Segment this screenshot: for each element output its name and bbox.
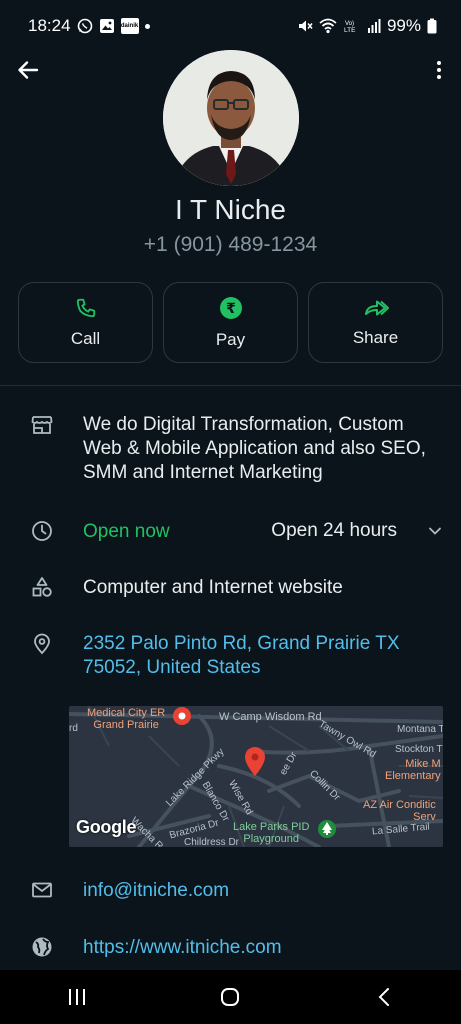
more-dot-icon	[437, 61, 441, 65]
svg-text:LTE: LTE	[344, 27, 356, 34]
avatar[interactable]	[163, 50, 299, 186]
recent-apps-icon	[68, 989, 85, 1005]
website-row[interactable]: https://www.itniche.com	[0, 935, 461, 961]
profile-photo	[163, 50, 299, 186]
business-address[interactable]: 2352 Palo Pinto Rd, Grand Prairie TX 750…	[83, 632, 441, 680]
address-row[interactable]: 2352 Palo Pinto Rd, Grand Prairie TX 750…	[0, 632, 461, 682]
svg-text:₹: ₹	[226, 301, 236, 317]
share-button[interactable]: Share	[308, 282, 443, 363]
nav-back-button[interactable]	[344, 970, 424, 1024]
back-chevron-icon	[378, 988, 390, 1006]
chevron-down-icon[interactable]	[427, 523, 443, 539]
contact-phone[interactable]: +1 (901) 489-1234	[0, 233, 461, 257]
home-button[interactable]	[190, 970, 270, 1024]
category-shapes-icon	[30, 575, 54, 599]
description-row: We do Digital Transformation, Custom Web…	[0, 413, 461, 493]
globe-icon	[30, 935, 54, 959]
location-map[interactable]: Medical City ER Grand Prairie rd W Camp …	[69, 706, 443, 847]
signal-icon	[367, 18, 381, 34]
business-category: Computer and Internet website	[83, 577, 343, 598]
back-button[interactable]	[14, 56, 42, 84]
map-label-montana: Montana T	[397, 724, 443, 735]
map-label-text: Medical City ER Grand Prairie	[87, 707, 166, 731]
business-email[interactable]: info@itniche.com	[83, 879, 441, 903]
section-divider	[0, 385, 461, 386]
phone-icon	[76, 298, 95, 317]
pay-label: Pay	[215, 329, 246, 349]
map-label-medical-city: Medical City ER Grand Prairie	[87, 707, 165, 731]
map-label-childress: Childress Dr	[184, 837, 240, 847]
share-label: Share	[352, 327, 399, 347]
wifi-icon	[319, 18, 337, 34]
home-icon	[221, 988, 240, 1006]
system-nav-bar	[0, 970, 461, 1024]
more-dot-icon	[437, 68, 441, 72]
contact-name: I T Niche	[174, 194, 286, 225]
email-row[interactable]: info@itniche.com	[0, 878, 461, 904]
map-label-camp-wisdom: W Camp Wisdom Rd	[219, 711, 322, 723]
map-label-rd: rd	[69, 723, 78, 734]
location-pin-icon	[30, 632, 54, 656]
battery-percent: 99%	[386, 16, 421, 35]
more-options-button[interactable]	[431, 56, 447, 84]
category-row: Computer and Internet website	[0, 575, 461, 601]
action-buttons: Call ₹ Pay Share	[18, 282, 443, 363]
hours-text: Open 24 hours	[271, 520, 397, 541]
map-label-lake-parks: Lake Parks PID Playground	[233, 821, 310, 845]
business-description: We do Digital Transformation, Custom Web…	[83, 414, 426, 483]
storefront-icon	[30, 413, 54, 437]
map-label-az-air: AZ Air Conditic Serv	[363, 799, 436, 823]
rupee-icon: ₹	[219, 296, 242, 319]
map-label-stockton: Stockton T	[395, 744, 443, 755]
notification-dot-icon	[144, 23, 150, 29]
google-logo: Google	[76, 817, 137, 837]
forward-icon	[364, 300, 389, 315]
more-dot-icon	[437, 75, 441, 79]
pay-button[interactable]: ₹ Pay	[163, 282, 298, 363]
news-app-icon: dainik	[120, 18, 139, 34]
hours-row[interactable]: Open now Open 24 hours	[0, 519, 461, 545]
status-time: 18:24	[28, 16, 71, 35]
whatsapp-icon	[77, 18, 93, 34]
call-label: Call	[70, 328, 101, 348]
battery-icon	[427, 18, 437, 34]
back-arrow-icon	[18, 61, 39, 79]
call-button[interactable]: Call	[18, 282, 153, 363]
recent-apps-button[interactable]	[37, 970, 117, 1024]
business-website[interactable]: https://www.itniche.com	[83, 936, 441, 960]
map-label-mike-m: Mike M Elementary	[385, 758, 441, 782]
mail-icon	[30, 878, 54, 902]
status-bar: 18:24 dainik Vo) LTE 99%	[0, 0, 461, 52]
gallery-icon	[99, 18, 115, 34]
status-right: Vo) LTE 99%	[297, 16, 437, 36]
mute-icon	[297, 18, 313, 34]
status-left: 18:24 dainik	[28, 16, 150, 36]
clock-icon	[30, 519, 54, 543]
volte-lte-icon: Vo) LTE	[343, 18, 361, 34]
